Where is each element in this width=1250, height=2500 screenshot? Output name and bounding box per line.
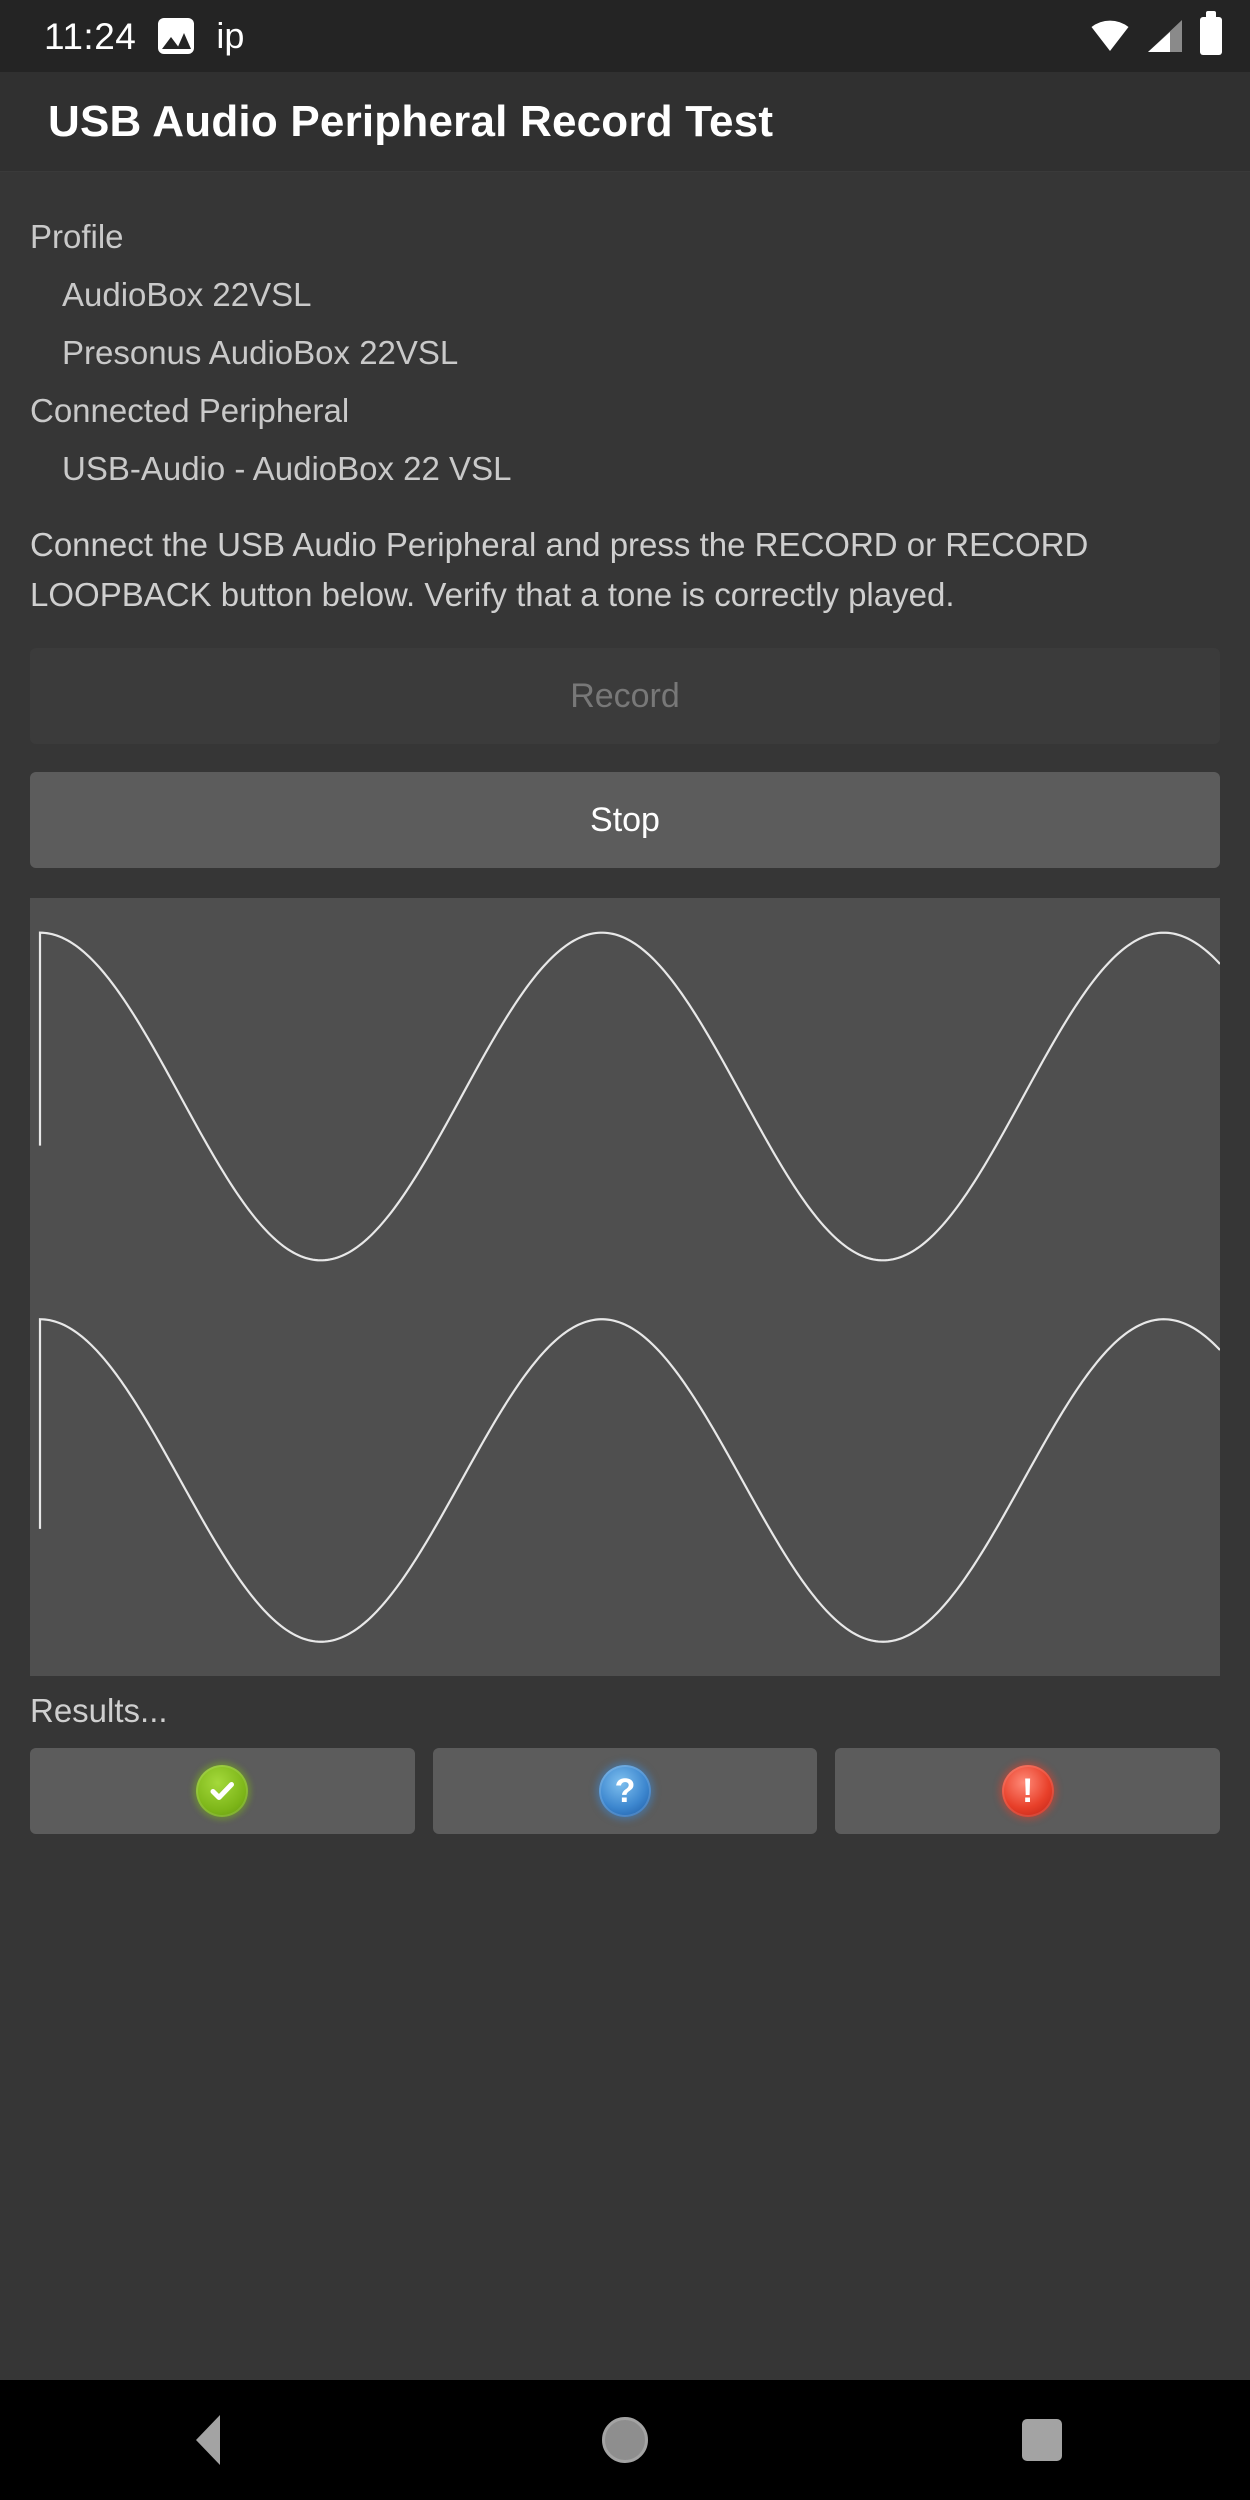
result-pass-button[interactable] bbox=[30, 1748, 415, 1834]
nav-back-button[interactable] bbox=[118, 2380, 298, 2500]
waveform-channel-1-trace bbox=[38, 931, 1220, 1262]
results-button-row: ? ! bbox=[30, 1748, 1221, 1834]
status-bar-left: 11:24 ip bbox=[44, 18, 244, 55]
waveform-display bbox=[30, 898, 1220, 1676]
app-bar: USB Audio Peripheral Record Test bbox=[0, 72, 1250, 172]
check-circle-icon bbox=[196, 1765, 249, 1817]
cell-signal-icon bbox=[1146, 19, 1184, 53]
gallery-icon bbox=[158, 18, 195, 54]
nav-recents-button[interactable] bbox=[952, 2380, 1132, 2500]
page-title: USB Audio Peripheral Record Test bbox=[48, 96, 774, 146]
error-circle-icon: ! bbox=[1001, 1765, 1054, 1817]
question-circle-icon: ? bbox=[599, 1765, 651, 1817]
status-bar: 11:24 ip bbox=[0, 0, 1250, 72]
status-bar-right bbox=[1090, 11, 1222, 55]
wifi-icon bbox=[1090, 20, 1130, 52]
results-label: Results... bbox=[30, 1692, 168, 1729]
record-button[interactable]: Record bbox=[30, 648, 1220, 744]
exclamation-glyph: ! bbox=[1022, 1772, 1034, 1810]
recents-square-icon bbox=[1021, 2419, 1062, 2461]
back-triangle-icon bbox=[196, 2415, 221, 2465]
instructions-text: Connect the USB Audio Peripheral and pre… bbox=[30, 526, 1089, 613]
status-clock: 11:24 bbox=[44, 15, 137, 57]
profile-label: Profile bbox=[30, 218, 124, 255]
result-fail-button[interactable]: ! bbox=[835, 1748, 1221, 1834]
system-navigation-bar bbox=[0, 2380, 1250, 2500]
battery-icon bbox=[1200, 11, 1222, 55]
stop-button[interactable]: Stop bbox=[30, 772, 1220, 868]
waveform-channel-2-trace bbox=[38, 1318, 1220, 1643]
status-notification-label: ip bbox=[216, 15, 245, 56]
nav-home-button[interactable] bbox=[535, 2380, 715, 2500]
profile-name: AudioBox 22VSL bbox=[62, 276, 312, 313]
app-screen: 11:24 ip USB Audio Peripheral Record Tes… bbox=[0, 0, 1250, 2500]
main-content: Profile AudioBox 22VSL Presonus AudioBox… bbox=[0, 172, 1250, 2380]
connected-peripheral-name: USB-Audio - AudioBox 22 VSL bbox=[62, 450, 512, 487]
result-info-button[interactable]: ? bbox=[432, 1748, 818, 1834]
profile-product: Presonus AudioBox 22VSL bbox=[62, 334, 459, 371]
question-glyph: ? bbox=[614, 1772, 636, 1810]
home-circle-icon bbox=[601, 2417, 648, 2463]
connected-peripheral-label: Connected Peripheral bbox=[30, 392, 350, 429]
